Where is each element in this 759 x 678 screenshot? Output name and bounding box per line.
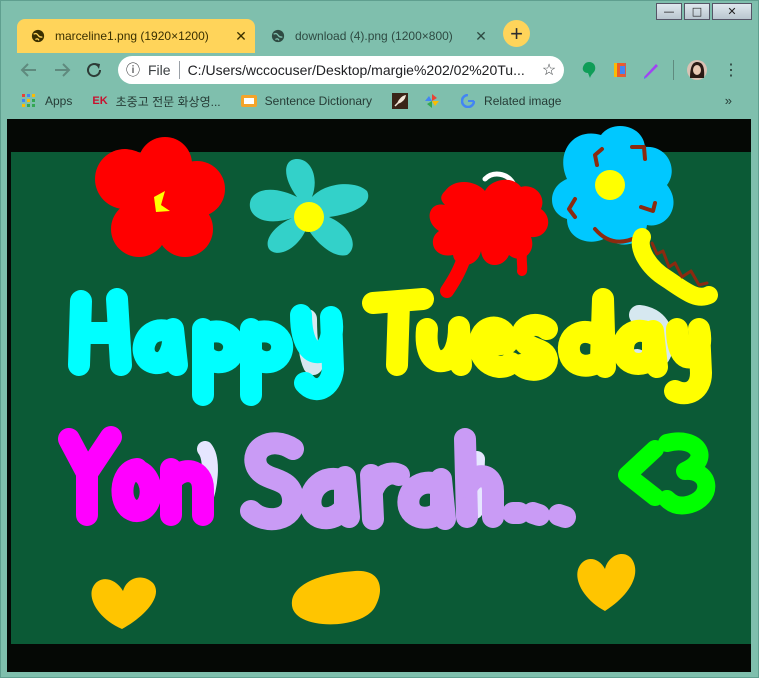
close-tab-icon[interactable]: ✕	[227, 28, 255, 45]
red-flower-middle	[429, 171, 549, 298]
tab-download-4[interactable]: download (4).png (1200×800) ✕	[257, 19, 495, 53]
colorful-extension-icon[interactable]	[610, 60, 630, 80]
yon-sarah-text	[58, 426, 716, 530]
omnibox-divider	[178, 61, 180, 79]
bookmark-pinwheel[interactable]	[424, 93, 448, 109]
blue-flower	[552, 125, 718, 306]
globe-icon	[31, 29, 45, 43]
url-text[interactable]: C:/Users/wccocuser/Desktop/margie%202/02…	[188, 62, 534, 78]
bookmark-apps[interactable]: Apps	[21, 93, 72, 109]
menu-kebab-icon[interactable]: ⋮	[723, 60, 739, 80]
ek-logo-icon: EK	[92, 95, 108, 107]
new-tab-button[interactable]: +	[503, 20, 530, 47]
toolbar-divider	[673, 60, 674, 80]
bookmark-feather[interactable]	[392, 93, 416, 109]
reload-icon	[87, 63, 102, 78]
tab-title: marceline1.png (1920×1200)	[55, 29, 209, 43]
apps-grid-icon	[21, 93, 37, 109]
teal-flower	[249, 159, 369, 256]
pinwheel-bookmark-icon	[424, 93, 440, 109]
doodle-artwork	[58, 125, 718, 629]
arrow-right-icon	[55, 63, 71, 77]
address-bar[interactable]: ⓘ File C:/Users/wccocuser/Desktop/margie…	[118, 56, 564, 84]
tab-marceline1[interactable]: marceline1.png (1920×1200) ✕	[17, 19, 255, 53]
tab-title: download (4).png (1200×800)	[295, 29, 453, 43]
bookmark-star-icon[interactable]: ☆	[534, 60, 564, 80]
google-g-icon	[460, 93, 476, 109]
tab-strip: marceline1.png (1920×1200) ✕ download (4…	[1, 15, 758, 53]
pen-extension-icon[interactable]	[641, 60, 661, 80]
close-tab-icon[interactable]: ✕	[467, 28, 495, 45]
scheme-label: File	[148, 62, 171, 78]
happy-tuesday-text	[68, 288, 712, 406]
arrow-left-icon	[20, 63, 36, 77]
more-bookmarks-icon[interactable]: »	[725, 93, 732, 108]
bookmark-label: Related image	[484, 94, 562, 108]
profile-avatar[interactable]	[687, 60, 707, 80]
bookmark-sentence-dictionary[interactable]: Sentence Dictionary	[240, 93, 373, 109]
bookmark-ek[interactable]: EK 초중고 전문 화상영...	[92, 93, 220, 110]
back-button[interactable]	[17, 58, 41, 82]
red-flower-left	[95, 137, 225, 257]
reload-button[interactable]	[82, 58, 106, 82]
green-extension-icon[interactable]	[579, 60, 599, 80]
forward-button[interactable]	[50, 58, 74, 82]
globe-icon	[271, 29, 285, 43]
feather-bookmark-icon	[392, 93, 409, 109]
toolbar: ⓘ File C:/Users/wccocuser/Desktop/margie…	[1, 53, 758, 87]
image-viewport	[7, 119, 751, 672]
bookmark-related-image[interactable]: Related image	[460, 93, 561, 109]
bookmark-label: Sentence Dictionary	[264, 94, 373, 108]
browser-window: — □ ✕ marceline1.png (1920×1200) ✕ downl…	[0, 0, 759, 678]
bookmark-label: 초중고 전문 화상영...	[115, 94, 221, 109]
yellow-hearts	[91, 554, 636, 629]
sentence-dictionary-icon	[240, 93, 257, 109]
bookmark-label: Apps	[45, 94, 73, 108]
bookmarks-bar: Apps EK 초중고 전문 화상영... Sentence Dictionar…	[1, 87, 758, 115]
info-icon[interactable]: ⓘ	[118, 60, 148, 80]
